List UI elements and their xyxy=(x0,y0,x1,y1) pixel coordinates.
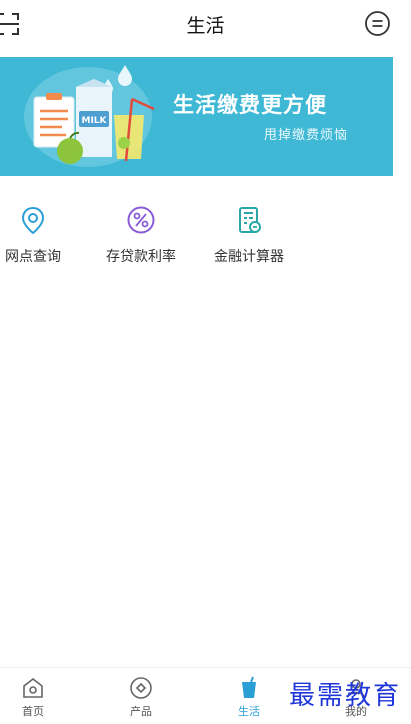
promo-banner[interactable]: MILK 生活缴费更方便 甩掉缴费烦恼 xyxy=(0,57,393,176)
location-pin-icon xyxy=(21,206,45,235)
banner-illustration: MILK xyxy=(24,65,155,167)
tab-label: 生活 xyxy=(238,705,260,718)
page-title: 生活 xyxy=(186,15,225,37)
tab-label: 产品 xyxy=(130,705,152,718)
tab-home[interactable]: 首页 xyxy=(3,676,63,719)
entry-label: 网点查询 xyxy=(5,249,61,265)
banner-title: 生活缴费更方便 xyxy=(173,93,327,117)
carton-label: MILK xyxy=(81,116,107,126)
calculator-icon xyxy=(239,207,261,233)
tab-life[interactable]: 生活 xyxy=(219,676,279,719)
entry-label: 金融计算器 xyxy=(214,249,284,265)
tab-products[interactable]: 产品 xyxy=(111,676,171,719)
home-icon xyxy=(23,677,43,698)
watermark-text: 最需教育 xyxy=(289,681,402,711)
banner-subtitle: 甩掉缴费烦恼 xyxy=(264,128,349,143)
entry-branch-search[interactable]: 网点查询 xyxy=(0,205,81,266)
entry-label: 存贷款利率 xyxy=(106,249,176,265)
entry-financial-calculator[interactable]: 金融计算器 xyxy=(201,205,297,266)
tab-label: 首页 xyxy=(22,705,44,718)
percent-icon xyxy=(127,206,155,234)
entry-interest-rates[interactable]: 存贷款利率 xyxy=(93,205,189,266)
menu-icon[interactable] xyxy=(364,10,391,37)
header: 生活 xyxy=(0,0,411,48)
life-cup-icon xyxy=(242,676,256,698)
product-icon xyxy=(130,677,152,699)
